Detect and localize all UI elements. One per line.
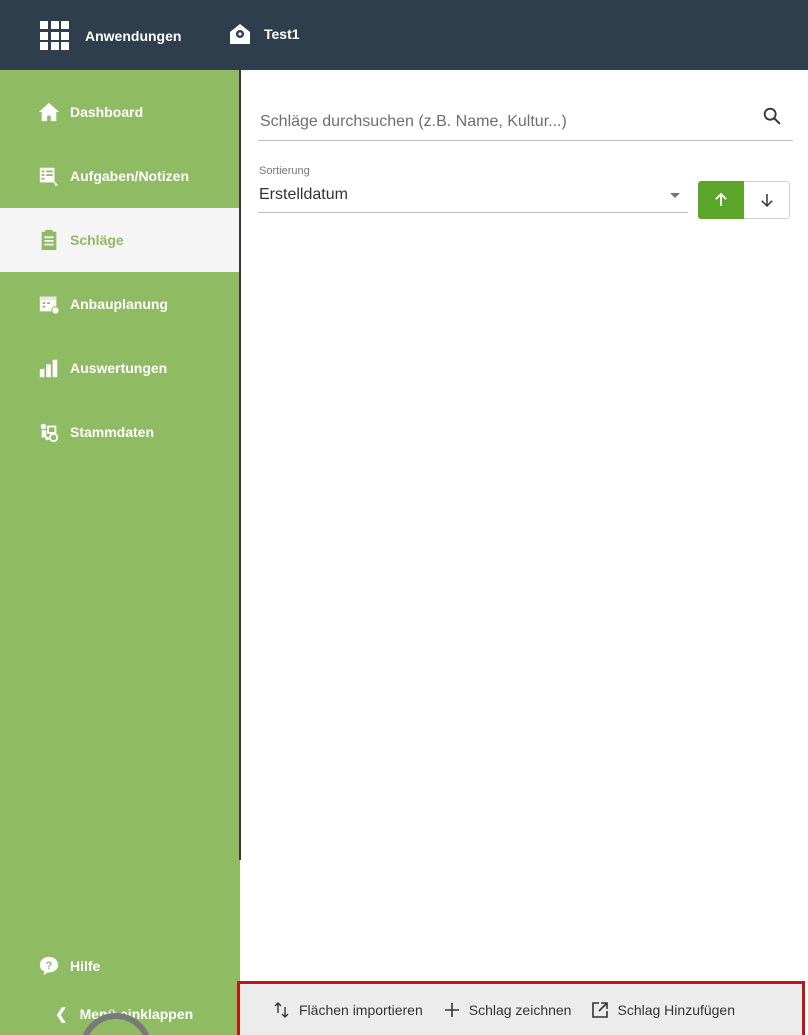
bar-chart-icon bbox=[38, 357, 60, 379]
sidebar-item-reports[interactable]: Auswertungen bbox=[0, 336, 240, 400]
clipboard-icon bbox=[38, 229, 60, 251]
sort-label: Sortierung bbox=[259, 165, 310, 177]
open-external-icon bbox=[591, 1001, 609, 1019]
sidebar-item-planning[interactable]: Anbauplanung bbox=[0, 272, 240, 336]
apps-grid-icon bbox=[40, 21, 69, 50]
arrow-up-icon bbox=[715, 192, 727, 206]
sidebar-item-label: Aufgaben/Notizen bbox=[70, 168, 189, 184]
import-areas-label: Flächen importieren bbox=[299, 1001, 423, 1018]
help-label: Hilfe bbox=[70, 958, 101, 974]
farm-selector[interactable]: Test1 bbox=[228, 22, 300, 46]
applications-button[interactable]: Anwendungen bbox=[40, 21, 181, 50]
sort-select[interactable]: Sortierung Erstelldatum bbox=[258, 163, 688, 213]
field-action-bar: Flächen importieren Schlag zeichnen Schl… bbox=[237, 981, 805, 1035]
sort-value: Erstelldatum bbox=[259, 186, 348, 203]
import-areas-button[interactable]: Flächen importieren bbox=[273, 1001, 423, 1019]
top-bar: Anwendungen Test1 bbox=[0, 0, 808, 70]
help-link[interactable]: ? Hilfe bbox=[38, 955, 100, 977]
search-field[interactable]: Schläge durchsuchen (z.B. Name, Kultur..… bbox=[258, 100, 793, 141]
help-icon: ? bbox=[39, 956, 59, 976]
sidebar-item-fields[interactable]: Schläge bbox=[0, 208, 240, 272]
sidebar-item-dashboard[interactable]: Dashboard bbox=[0, 80, 240, 144]
chevron-left-icon: ❮ bbox=[55, 1006, 68, 1023]
sidebar-item-tasks[interactable]: Aufgaben/Notizen bbox=[0, 144, 240, 208]
sidebar-item-label: Schläge bbox=[70, 232, 124, 248]
add-field-label: Schlag Hinzufügen bbox=[617, 1001, 736, 1018]
sidebar: Dashboard Aufgaben/Notizen Schläge Anbau… bbox=[0, 70, 240, 1035]
tractor-icon bbox=[38, 421, 60, 443]
svg-text:?: ? bbox=[46, 960, 53, 972]
sort-ascending-button[interactable] bbox=[698, 181, 744, 219]
sidebar-item-label: Stammdaten bbox=[70, 424, 155, 440]
tasks-icon bbox=[38, 165, 60, 187]
arrow-down-icon bbox=[760, 194, 773, 208]
calendar-icon bbox=[38, 293, 60, 315]
draw-field-button[interactable]: Schlag zeichnen bbox=[443, 1001, 572, 1019]
applications-label: Anwendungen bbox=[85, 27, 182, 44]
draw-field-label: Schlag zeichnen bbox=[468, 1001, 572, 1018]
search-placeholder: Schläge durchsuchen (z.B. Name, Kultur..… bbox=[260, 113, 567, 130]
sort-descending-button[interactable] bbox=[744, 181, 790, 219]
add-field-button[interactable]: Schlag Hinzufügen bbox=[591, 1001, 735, 1019]
sidebar-item-label: Anbauplanung bbox=[70, 296, 168, 312]
sidebar-item-master-data[interactable]: Stammdaten bbox=[0, 400, 240, 464]
home-icon bbox=[38, 101, 60, 123]
sidebar-divider bbox=[239, 70, 241, 860]
plus-icon bbox=[443, 1001, 461, 1019]
import-sort-icon bbox=[273, 1001, 291, 1019]
farm-label: Test1 bbox=[264, 26, 300, 42]
dropdown-caret-icon bbox=[670, 193, 680, 198]
sidebar-item-label: Auswertungen bbox=[70, 360, 168, 376]
search-icon[interactable] bbox=[761, 105, 783, 127]
farm-house-icon bbox=[230, 24, 250, 44]
sidebar-item-label: Dashboard bbox=[70, 104, 144, 120]
